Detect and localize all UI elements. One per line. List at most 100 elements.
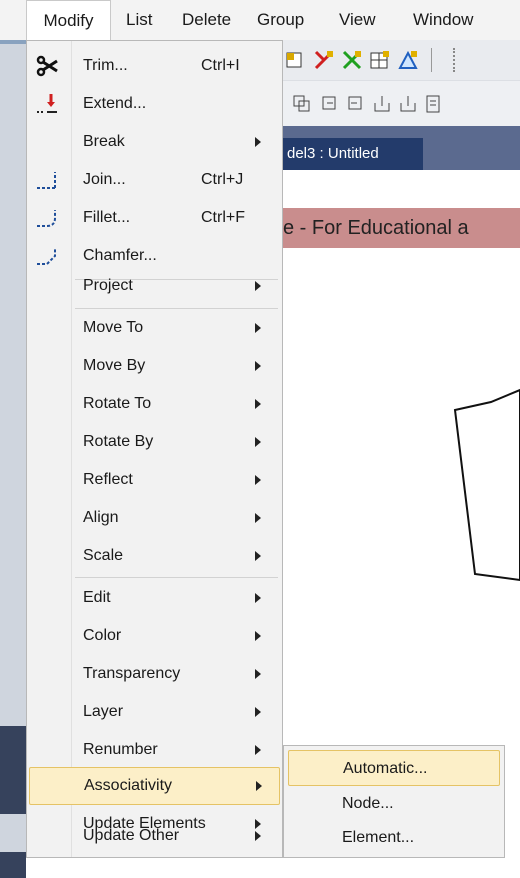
menu-window[interactable]: Window: [413, 0, 473, 40]
menu-item-label: Move To: [83, 319, 144, 336]
menu-item-shortcut: Ctrl+I: [201, 57, 240, 74]
menu-item-update-other[interactable]: Update Other: [27, 817, 282, 855]
strip-accent: [0, 40, 26, 44]
toolbar-grip[interactable]: [453, 48, 458, 72]
submenu-arrow-icon: [256, 781, 262, 791]
submenu-arrow-icon: [255, 137, 261, 147]
menu-item-trim[interactable]: Trim... Ctrl+I: [27, 47, 282, 85]
view-bottom-icon[interactable]: [371, 93, 393, 115]
submenu-item-automatic[interactable]: Automatic...: [288, 750, 500, 786]
document-tab-bar: del3 : Untitled: [283, 126, 520, 170]
menu-item-scale[interactable]: Scale: [27, 537, 282, 575]
view-options-icon[interactable]: [423, 93, 445, 115]
associativity-submenu: Automatic... Node... Element...: [283, 745, 505, 858]
menu-bar: Modify List Delete Group View Window: [0, 0, 520, 41]
submenu-arrow-icon: [255, 513, 261, 523]
toolbar-second: [283, 80, 520, 127]
view-top-icon[interactable]: [397, 93, 419, 115]
menu-item-align[interactable]: Align: [27, 499, 282, 537]
menu-item-label: Update Other: [83, 827, 180, 844]
menu-item-join[interactable]: Join... Ctrl+J: [27, 161, 282, 199]
extend-icon: [37, 94, 57, 113]
view-rotate-icon[interactable]: [319, 93, 341, 115]
menu-item-project[interactable]: Project: [27, 267, 282, 305]
menu-item-label: Move By: [83, 357, 146, 374]
trim-icon: [36, 55, 58, 77]
document-tab[interactable]: del3 : Untitled: [283, 138, 423, 170]
menu-item-rotate-to[interactable]: Rotate To: [27, 385, 282, 423]
submenu-arrow-icon: [255, 593, 261, 603]
submenu-arrow-icon: [255, 669, 261, 679]
menu-item-label: Renumber: [83, 741, 158, 758]
menu-item-move-by[interactable]: Move By: [27, 347, 282, 385]
menu-delete[interactable]: Delete: [182, 0, 231, 40]
toolbar-overflow-icon[interactable]: [431, 48, 444, 72]
chamfer-icon: [37, 248, 56, 265]
view-window-icon[interactable]: [291, 93, 313, 115]
menu-item-extend[interactable]: Extend...: [27, 85, 282, 123]
menu-item-label: Break: [83, 133, 125, 150]
menu-item-edit[interactable]: Edit: [27, 579, 282, 617]
menu-item-shortcut: Ctrl+J: [201, 171, 244, 188]
menu-item-label: Project: [83, 277, 133, 294]
submenu-arrow-icon: [255, 631, 261, 641]
intersect-tool-icon[interactable]: [313, 49, 335, 71]
submenu-arrow-icon: [255, 361, 261, 371]
menu-item-label: Reflect: [83, 471, 133, 488]
view-pan-icon[interactable]: [345, 93, 367, 115]
submenu-item-element[interactable]: Element...: [284, 820, 504, 856]
submenu-item-label: Node...: [342, 795, 394, 812]
menu-item-layer[interactable]: Layer: [27, 693, 282, 731]
menu-item-label: Edit: [83, 589, 111, 606]
submenu-arrow-icon: [255, 475, 261, 485]
join-icon: [37, 172, 56, 189]
menu-item-shortcut: Ctrl+F: [201, 209, 245, 226]
submenu-item-label: Automatic...: [343, 760, 428, 777]
menu-item-label: Rotate By: [83, 433, 154, 450]
submenu-arrow-icon: [255, 281, 261, 291]
side-panel-tab[interactable]: [0, 852, 26, 878]
submenu-item-label: Element...: [342, 829, 415, 846]
menu-separator: [75, 577, 278, 578]
menu-item-break[interactable]: Break: [27, 123, 282, 161]
menu-item-renumber[interactable]: Renumber: [27, 731, 282, 769]
submenu-arrow-icon: [255, 707, 261, 717]
submenu-arrow-icon: [255, 323, 261, 333]
menu-item-reflect[interactable]: Reflect: [27, 461, 282, 499]
menu-item-label: Fillet...: [83, 209, 131, 226]
menu-item-rotate-by[interactable]: Rotate By: [27, 423, 282, 461]
side-panel-tab[interactable]: [0, 726, 26, 814]
toolbar-top: [283, 40, 520, 80]
submenu-arrow-icon: [255, 831, 261, 841]
split-tool-icon[interactable]: [341, 49, 363, 71]
submenu-arrow-icon: [255, 745, 261, 755]
menu-item-move-to[interactable]: Move To: [27, 309, 282, 347]
menu-item-fillet[interactable]: Fillet... Ctrl+F: [27, 199, 282, 237]
submenu-arrow-icon: [255, 551, 261, 561]
menu-item-label: Rotate To: [83, 395, 152, 412]
curve-tool-icon[interactable]: [285, 49, 307, 71]
menu-item-label: Align: [83, 509, 119, 526]
menu-item-associativity[interactable]: Associativity: [29, 767, 280, 805]
submenu-item-node[interactable]: Node...: [284, 786, 504, 822]
menu-item-label: Transparency: [83, 665, 181, 682]
triangle-tool-icon[interactable]: [397, 49, 419, 71]
menu-view[interactable]: View: [339, 0, 376, 40]
menu-modify[interactable]: Modify: [26, 0, 111, 40]
submenu-arrow-icon: [255, 399, 261, 409]
menu-item-label: Trim...: [83, 57, 128, 74]
submenu-arrow-icon: [255, 437, 261, 447]
menu-group[interactable]: Group: [257, 0, 304, 40]
menu-item-label: Scale: [83, 547, 124, 564]
menu-item-label: Layer: [83, 703, 124, 720]
modify-dropdown-menu: Trim... Ctrl+I Extend... Break Join... C…: [26, 40, 283, 858]
fillet-icon: [37, 210, 56, 227]
menu-item-color[interactable]: Color: [27, 617, 282, 655]
menu-item-label: Extend...: [83, 95, 147, 112]
menu-item-label: Join...: [83, 171, 126, 188]
menu-list[interactable]: List: [126, 0, 152, 40]
grid-tool-icon[interactable]: [369, 49, 391, 71]
menu-item-transparency[interactable]: Transparency: [27, 655, 282, 693]
left-panel-strip: [0, 40, 26, 878]
menu-item-label: Color: [83, 627, 122, 644]
